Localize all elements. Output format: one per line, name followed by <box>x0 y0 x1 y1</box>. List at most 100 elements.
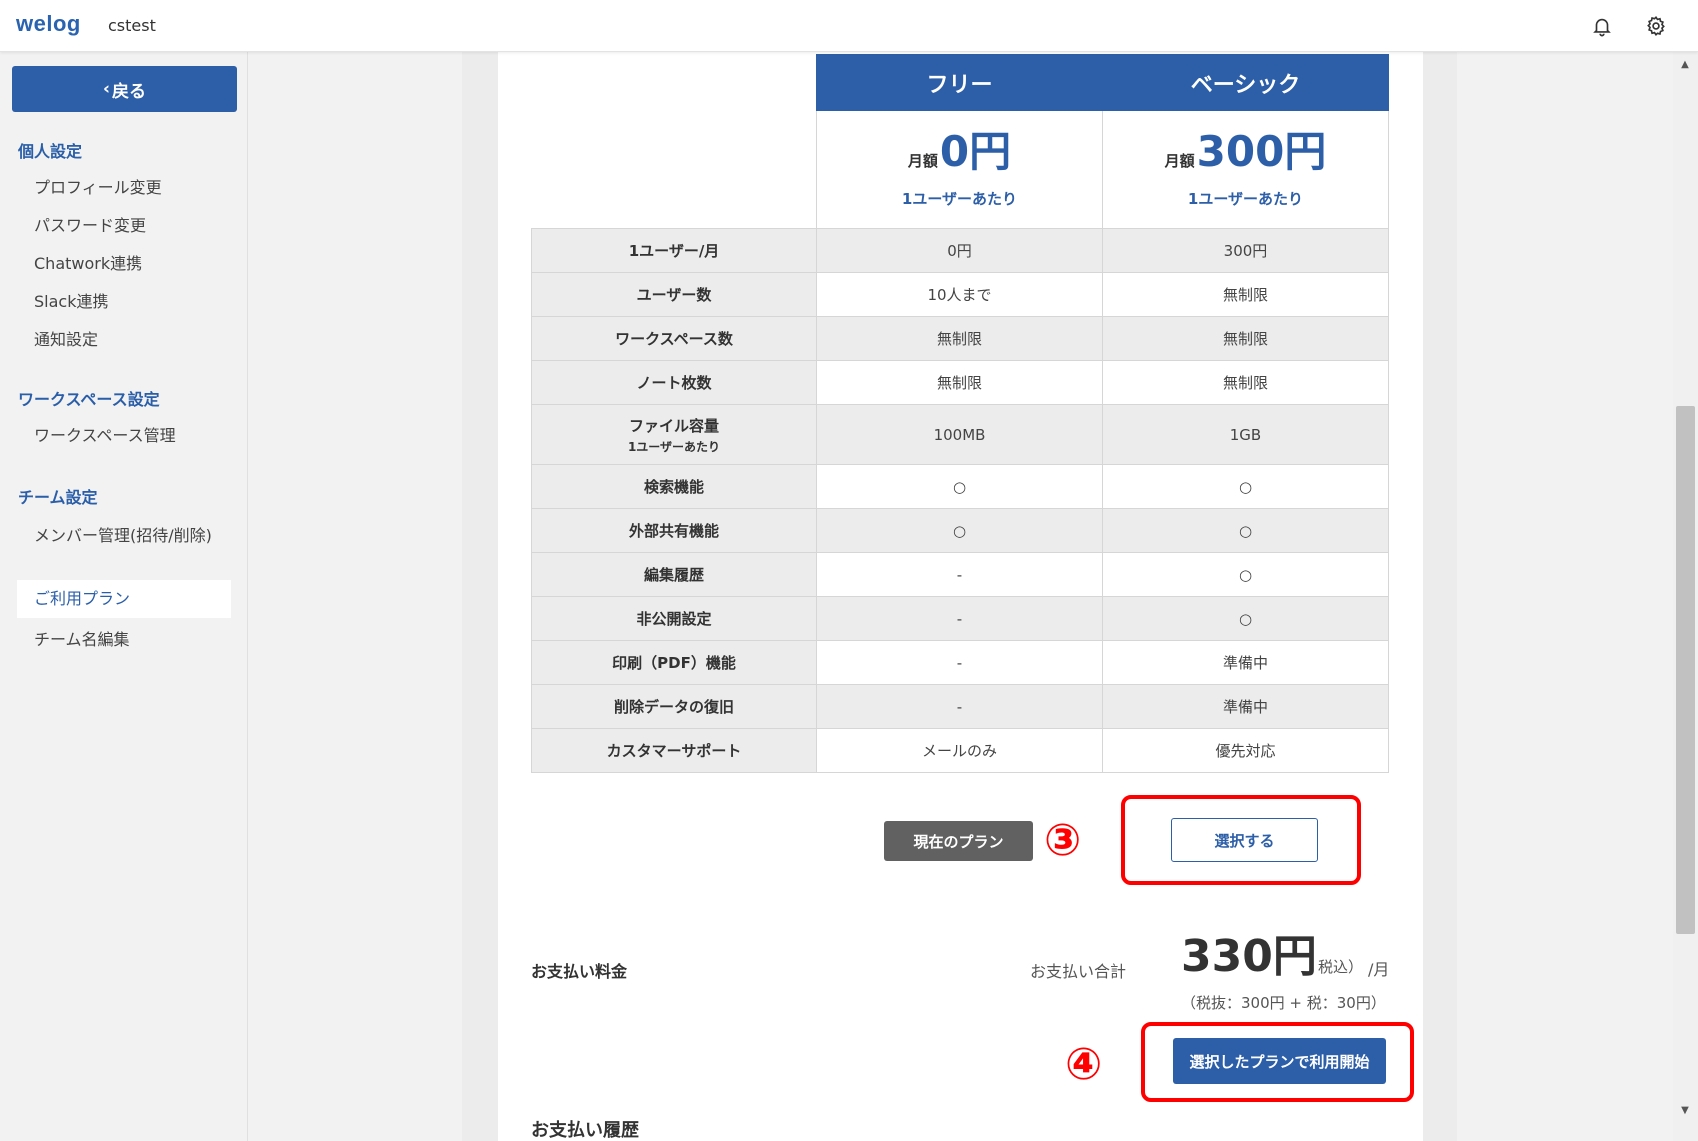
feature-value-basic: 無制限 <box>1102 360 1389 405</box>
feature-label: ユーザー数 <box>531 272 817 317</box>
team-name: cstest <box>108 16 156 35</box>
feature-value-basic: ○ <box>1102 508 1389 553</box>
section-workspace-settings: ワークスペース設定 <box>18 390 160 409</box>
feature-value-free: 100MB <box>816 404 1103 465</box>
feature-value-basic: 無制限 <box>1102 316 1389 361</box>
feature-row: カスタマーサポート メールのみ 優先対応 <box>531 728 1389 773</box>
feature-value-basic: 1GB <box>1102 404 1389 465</box>
app-logo[interactable]: welog <box>16 11 81 37</box>
feature-value-free: 無制限 <box>816 316 1103 361</box>
payment-total-label: お支払い合計 <box>1030 962 1127 981</box>
feature-value-free: メールのみ <box>816 728 1103 773</box>
select-basic-plan-button[interactable]: 選択する <box>1171 818 1318 862</box>
feature-value-basic: 300円 <box>1102 228 1389 273</box>
feature-label-text: 外部共有機能 <box>628 522 719 540</box>
plan-comparison-table: フリー ベーシック 月額 0円 1ユーザーあたり 月額 300円 1ユーザーあた… <box>531 54 1389 773</box>
feature-value-free: - <box>816 684 1103 729</box>
payment-amount: 330円 <box>1181 931 1317 982</box>
feature-label-text: 検索機能 <box>643 478 704 496</box>
price-cell-free: 月額 0円 1ユーザーあたり <box>816 110 1103 229</box>
plan-header-basic: ベーシック <box>1102 54 1389 111</box>
feature-value-basic: ○ <box>1102 596 1389 641</box>
payment-tax-note: 税込） <box>1318 958 1364 976</box>
sidebar: ‹ 戻る 個人設定 プロフィール変更 パスワード変更 Chatwork連携 Sl… <box>0 52 248 1141</box>
payment-history-title: お支払い履歴 <box>531 1120 639 1141</box>
feature-row: 1ユーザー/月 0円 300円 <box>531 228 1389 273</box>
feature-sublabel: 1ユーザーあたり <box>627 439 721 454</box>
payment-label: お支払い料金 <box>531 962 628 981</box>
feature-value-basic: 準備中 <box>1102 640 1389 685</box>
sidebar-item-chatwork[interactable]: Chatwork連携 <box>34 252 234 276</box>
feature-label: 編集履歴 <box>531 552 817 597</box>
feature-value-basic: ○ <box>1102 464 1389 509</box>
feature-row: 印刷（PDF）機能 - 準備中 <box>531 640 1389 685</box>
sidebar-item-workspace-management[interactable]: ワークスペース管理 <box>34 424 234 448</box>
feature-value-free: 10人まで <box>816 272 1103 317</box>
back-button-label: 戻る <box>112 81 146 102</box>
feature-label: ファイル容量 1ユーザーあたり <box>531 404 817 465</box>
feature-label: カスタマーサポート <box>531 728 817 773</box>
feature-value-free: - <box>816 640 1103 685</box>
feature-label: 外部共有機能 <box>531 508 817 553</box>
feature-value-basic: ○ <box>1102 552 1389 597</box>
feature-label-text: ユーザー数 <box>636 286 712 304</box>
bell-icon[interactable] <box>1589 13 1615 39</box>
price-label: 月額 <box>1164 152 1195 170</box>
feature-label: 削除データの復旧 <box>531 684 817 729</box>
step-3-marker: ③ <box>1044 815 1082 866</box>
plan-header-free: フリー <box>816 54 1103 111</box>
feature-label: ワークスペース数 <box>531 316 817 361</box>
sidebar-item-plan[interactable]: ご利用プラン <box>17 580 231 618</box>
sidebar-item-team-name[interactable]: チーム名編集 <box>34 628 234 652</box>
feature-row: ノート枚数 無制限 無制限 <box>531 360 1389 405</box>
feature-row: 編集履歴 - ○ <box>531 552 1389 597</box>
feature-value-basic: 優先対応 <box>1102 728 1389 773</box>
feature-label-text: 印刷（PDF）機能 <box>612 654 736 672</box>
start-plan-button[interactable]: 選択したプランで利用開始 <box>1173 1038 1386 1084</box>
feature-label-text: 1ユーザー/月 <box>628 242 720 260</box>
back-button[interactable]: ‹ 戻る <box>12 66 237 112</box>
feature-label-text: 削除データの復旧 <box>613 698 734 716</box>
scroll-down-arrow-icon[interactable]: ▼ <box>1677 1102 1693 1118</box>
price-basic: 300円 <box>1196 127 1327 176</box>
feature-value-free: 0円 <box>816 228 1103 273</box>
section-personal-settings: 個人設定 <box>18 142 83 161</box>
app-header: welog cstest <box>0 0 1698 52</box>
scroll-up-arrow-icon[interactable]: ▲ <box>1677 56 1693 72</box>
price-label: 月額 <box>907 152 938 170</box>
payment-breakdown: （税抜：300円 + 税：30円） <box>1181 994 1386 1012</box>
feature-label: 1ユーザー/月 <box>531 228 817 273</box>
feature-label-text: カスタマーサポート <box>606 742 742 760</box>
feature-value-free: ○ <box>816 508 1103 553</box>
feature-label-text: 編集履歴 <box>643 566 704 584</box>
feature-row: ファイル容量 1ユーザーあたり 100MB 1GB <box>531 404 1389 465</box>
sidebar-item-profile[interactable]: プロフィール変更 <box>34 176 234 200</box>
feature-label-text: ファイル容量 <box>628 416 719 435</box>
sidebar-item-slack[interactable]: Slack連携 <box>34 290 234 314</box>
feature-row: 外部共有機能 ○ ○ <box>531 508 1389 553</box>
per-user-basic: 1ユーザーあたり <box>1187 190 1304 208</box>
sidebar-item-member-management[interactable]: メンバー管理(招待/削除) <box>34 524 214 548</box>
feature-row: 削除データの復旧 - 準備中 <box>531 684 1389 729</box>
per-user-free: 1ユーザーあたり <box>901 190 1018 208</box>
feature-label: ノート枚数 <box>531 360 817 405</box>
feature-label: 印刷（PDF）機能 <box>531 640 817 685</box>
feature-label-text: ワークスペース数 <box>615 330 733 348</box>
scrollbar-thumb[interactable] <box>1676 406 1695 934</box>
feature-label: 検索機能 <box>531 464 817 509</box>
sidebar-item-notifications[interactable]: 通知設定 <box>34 328 234 352</box>
current-plan-button: 現在のプラン <box>884 821 1033 861</box>
chevron-left-icon: ‹ <box>102 79 110 99</box>
sidebar-item-password[interactable]: パスワード変更 <box>34 214 234 238</box>
feature-row: ワークスペース数 無制限 無制限 <box>531 316 1389 361</box>
feature-label-text: ノート枚数 <box>636 374 712 392</box>
scrollbar[interactable]: ▲ ▼ <box>1673 52 1698 1141</box>
price-free: 0円 <box>939 127 1012 176</box>
feature-value-basic: 無制限 <box>1102 272 1389 317</box>
step-4-marker: ④ <box>1065 1039 1103 1090</box>
feature-row: ユーザー数 10人まで 無制限 <box>531 272 1389 317</box>
payment-unit: /月 <box>1368 960 1390 979</box>
feature-value-basic: 準備中 <box>1102 684 1389 729</box>
feature-value-free: - <box>816 596 1103 641</box>
gear-icon[interactable] <box>1643 13 1669 39</box>
